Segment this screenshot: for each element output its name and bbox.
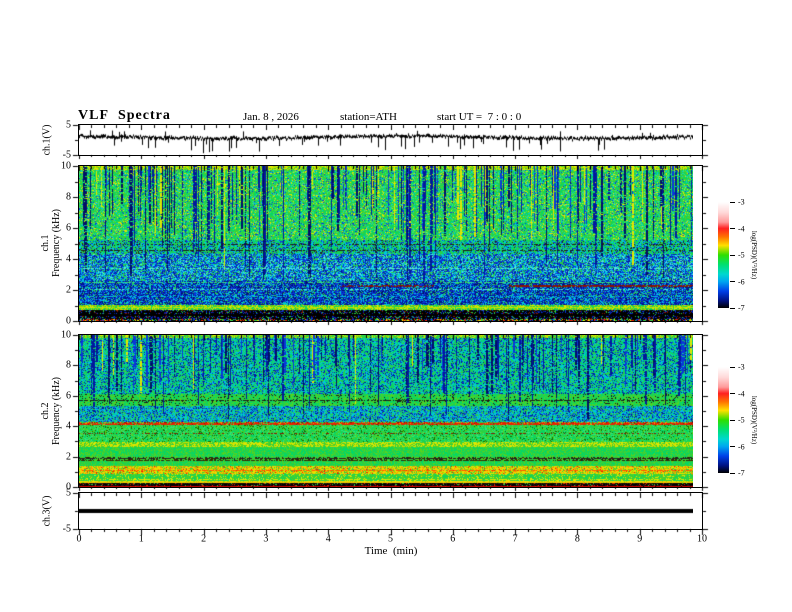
ch2-frequency-axis-label-line1: ch.2 (40, 402, 51, 420)
wave3-ytick-label: -5 (62, 523, 71, 535)
spec1-ytick-label: 0 (66, 315, 71, 327)
x-tick-label: 3 (263, 533, 269, 545)
colorbar-tick-label: -5 (738, 250, 745, 260)
x-tick-label: 0 (76, 533, 82, 545)
colorbar-tick (730, 201, 735, 203)
vlf-spectra-figure: VLF Spectra Jan. 8 , 2026 station=ATH st… (0, 0, 792, 612)
colorbar-ch2-gradient (718, 367, 729, 473)
colorbar-tick-label: -5 (738, 415, 745, 425)
colorbar-tick-label: -6 (738, 277, 745, 286)
colorbar-tick-label: -4 (738, 389, 745, 398)
colorbar-tick (730, 228, 735, 229)
station-label: station=ATH (340, 111, 397, 123)
x-tick-label: 5 (388, 533, 393, 545)
ch3-waveform-panel (78, 492, 703, 530)
colorbar-tick (730, 472, 735, 474)
x-tick-label: 7 (512, 533, 518, 545)
x-tick-label: 10 (697, 533, 707, 545)
ch1-voltage-axis-label: ch.1(V) (41, 124, 53, 156)
x-axis-title: Time (min) (364, 545, 418, 557)
ch1-spectrogram-image (79, 166, 693, 321)
colorbar-tick-label: -6 (738, 442, 745, 451)
colorbar-tick-label: -7 (738, 303, 745, 313)
colorbar-ch1-gradient (718, 202, 729, 308)
colorbar-tick (730, 366, 735, 368)
spec1-ytick-label: 6 (66, 222, 71, 234)
colorbar-ch1: log(PSD)(V²/Hz) -3 -4 -5 -6 -7 (718, 198, 758, 313)
start-ut-label: start UT = 7 : 0 : 0 (437, 111, 522, 123)
ch2-frequency-axis-label: ch.2 Frequency (kHz) (40, 377, 62, 445)
ch3-waveform-trace (79, 493, 693, 529)
colorbar-tick (730, 254, 735, 256)
x-tick-label: 8 (574, 533, 580, 545)
spec2-ytick-label: 10 (61, 329, 71, 341)
ch1-frequency-axis-label-line2: Frequency (kHz) (51, 208, 62, 278)
x-tick-label: 2 (201, 533, 207, 545)
ch3-voltage-axis-label: ch.3(V) (41, 495, 53, 527)
x-tick-label: 6 (450, 533, 456, 545)
ch1-frequency-axis-label-line1: ch.1 (40, 234, 51, 252)
colorbar-ch2: log(PSD)(V²/Hz) -3 -4 -5 -6 -7 (718, 363, 758, 478)
colorbar-tick-label: -7 (738, 468, 745, 478)
wave3-ytick-label: 5 (66, 487, 71, 499)
wave1-ytick-label: 5 (66, 119, 71, 131)
colorbar-tick (730, 393, 735, 394)
ch2-spectrogram-panel (78, 334, 703, 488)
spec2-ytick-label: 2 (66, 451, 71, 463)
ch2-spectrogram-image (79, 335, 693, 487)
spec1-ytick-label: 8 (66, 191, 71, 203)
ch1-spectrogram-panel (78, 165, 703, 322)
colorbar-tick (730, 307, 735, 309)
x-tick-label: 4 (325, 533, 331, 545)
date-label: Jan. 8 , 2026 (243, 111, 299, 123)
colorbar-tick-label: -3 (738, 362, 745, 372)
colorbar-tick (730, 281, 735, 282)
spec1-ytick-label: 10 (61, 160, 71, 172)
spec2-ytick-label: 4 (66, 420, 71, 432)
spec1-ytick-label: 2 (66, 284, 71, 296)
wave1-ytick-label: -5 (62, 149, 71, 161)
spec1-ytick-label: 4 (66, 253, 71, 265)
colorbar-tick-label: -4 (738, 224, 745, 233)
spec2-ytick-label: 8 (66, 359, 71, 371)
ch1-waveform-panel (78, 124, 703, 156)
colorbar-tick-label: -3 (738, 197, 745, 207)
ch1-waveform-trace (79, 125, 693, 155)
spec2-ytick-label: 6 (66, 390, 71, 402)
x-tick-label: 9 (637, 533, 643, 545)
colorbar-ch2-units-label: log(PSD)(V²/Hz) (750, 395, 758, 445)
colorbar-tick (730, 446, 735, 447)
ch1-frequency-axis-label: ch.1 Frequency (kHz) (40, 209, 62, 277)
x-tick-label: 1 (138, 533, 144, 545)
plot-title: VLF Spectra (78, 108, 171, 123)
ch2-frequency-axis-label-line2: Frequency (kHz) (51, 376, 62, 446)
colorbar-ch1-units-label: log(PSD)(V²/Hz) (750, 230, 758, 280)
colorbar-tick (730, 419, 735, 421)
